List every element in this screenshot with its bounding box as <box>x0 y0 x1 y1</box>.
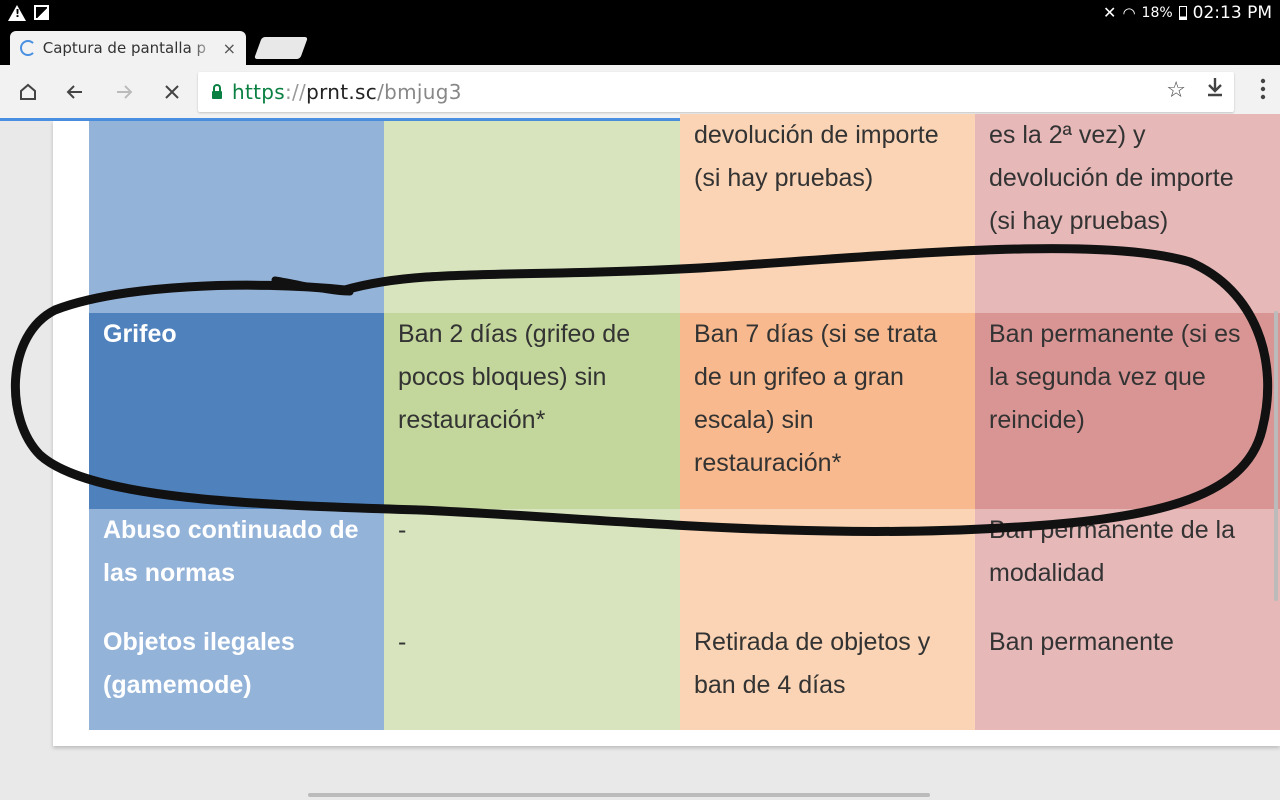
table-cell: Abuso continuado de las normas <box>89 509 384 621</box>
table-cell: es la 2ª vez) y devolución de importe (s… <box>975 114 1280 313</box>
table-cell <box>680 509 975 621</box>
download-icon[interactable] <box>1206 76 1224 104</box>
page-viewport[interactable]: devolución de importe (si hay pruebas) e… <box>0 114 1280 800</box>
horizontal-scrollbar[interactable] <box>308 793 930 797</box>
table-cell: Grifeo <box>89 313 384 509</box>
table-cell: Ban 7 días (si se trata de un grifeo a g… <box>680 313 975 509</box>
more-vert-icon[interactable] <box>1260 78 1266 106</box>
table-cell: Ban 2 días (grifeo de pocos bloques) sin… <box>384 313 680 509</box>
back-arrow-icon[interactable] <box>61 78 89 106</box>
tab-title: Captura de pantalla p <box>42 39 207 57</box>
table-cell <box>384 121 680 313</box>
home-icon[interactable] <box>14 78 42 106</box>
android-status-bar: ✕ ◠ 18% 02:13 PM <box>0 0 1280 25</box>
table-cell: Ban permanente <box>975 621 1280 730</box>
screenshot-image: devolución de importe (si hay pruebas) e… <box>53 114 1280 746</box>
tab-strip: Captura de pantalla p × <box>0 25 1280 65</box>
table-cell: Ban permanente de la modalidad <box>975 509 1280 621</box>
close-icon[interactable] <box>158 78 186 106</box>
table-cell <box>89 121 384 313</box>
url-text: https://prnt.sc/bmjug3 <box>232 80 462 104</box>
battery-percent: 18% <box>1141 4 1173 21</box>
table-cell: - <box>384 621 680 730</box>
star-icon[interactable]: ☆ <box>1166 78 1186 103</box>
table-cell: Retirada de objetos y ban de 4 días <box>680 621 975 730</box>
screenshot-icon <box>34 5 49 20</box>
loading-spinner-icon <box>20 40 36 56</box>
table-cell: Objetos ilegales (gamemode) <box>89 621 384 730</box>
browser-toolbar: https://prnt.sc/bmjug3 ☆ <box>0 65 1280 121</box>
table-cell: devolución de importe (si hay pruebas) <box>680 114 975 313</box>
table-cell: - <box>384 509 680 621</box>
forward-arrow-icon[interactable] <box>110 78 138 106</box>
browser-tab[interactable]: Captura de pantalla p × <box>10 31 246 65</box>
sanctions-table: devolución de importe (si hay pruebas) e… <box>89 114 1280 730</box>
vertical-scrollbar[interactable] <box>1274 311 1278 601</box>
clock: 02:13 PM <box>1192 2 1272 23</box>
close-tab-icon[interactable]: × <box>223 39 236 58</box>
warning-icon <box>8 4 26 21</box>
new-tab-button[interactable] <box>253 37 309 59</box>
address-bar[interactable]: https://prnt.sc/bmjug3 ☆ <box>198 72 1234 112</box>
battery-icon <box>1178 5 1187 20</box>
wifi-icon: ◠ <box>1122 3 1136 22</box>
mute-icon: ✕ <box>1103 3 1117 22</box>
lock-icon <box>212 84 222 99</box>
table-cell: Ban permanente (si es la segunda vez que… <box>975 313 1280 509</box>
